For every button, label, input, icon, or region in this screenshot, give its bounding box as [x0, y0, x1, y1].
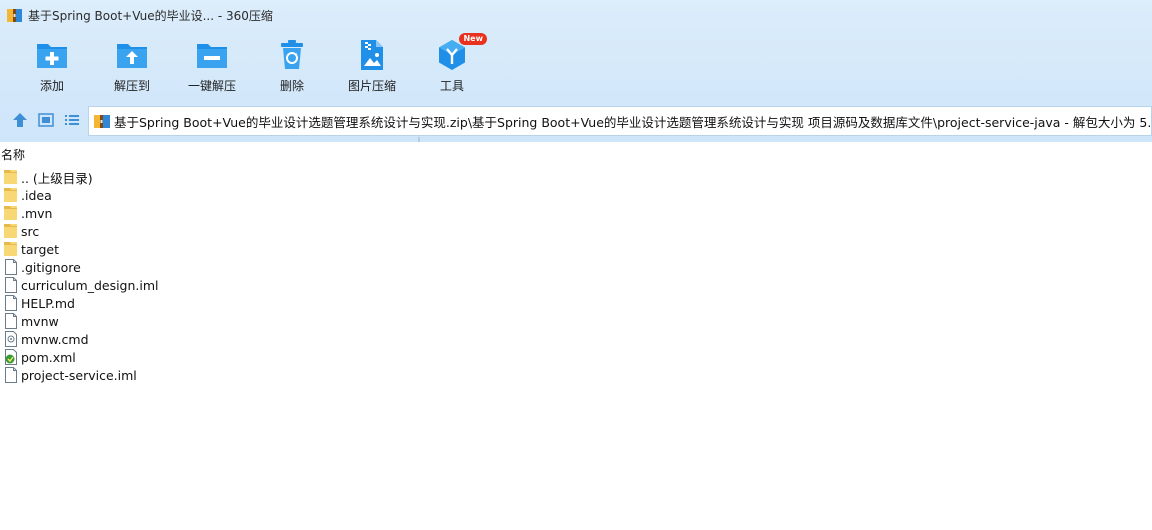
file-row[interactable]: pom.xml — [0, 348, 1152, 366]
file-row[interactable]: src — [0, 222, 1152, 240]
address-bar[interactable]: 基于Spring Boot+Vue的毕业设计选题管理系统设计与实现.zip\基于… — [88, 106, 1152, 136]
window-chrome: 基于Spring Boot+Vue的毕业设... - 360压缩 添加 解压到 … — [0, 0, 1152, 142]
list-view-icon[interactable] — [63, 112, 81, 128]
file-name: .mvn — [21, 205, 53, 221]
archive-app-icon — [7, 8, 22, 23]
file-name: pom.xml — [21, 349, 76, 365]
address-path: 基于Spring Boot+Vue的毕业设计选题管理系统设计与实现.zip\基于… — [114, 114, 1151, 130]
file-name: mvnw.cmd — [21, 331, 89, 347]
quick-extract-label: 一键解压 — [187, 79, 236, 93]
folder-icon — [4, 223, 18, 239]
extract-to-button[interactable]: 解压到 — [92, 34, 172, 94]
delete-label: 删除 — [279, 79, 304, 93]
image-compress-icon — [355, 38, 389, 72]
file-row[interactable]: project-service.iml — [0, 366, 1152, 384]
trash-icon — [275, 38, 309, 72]
up-arrow-icon[interactable] — [11, 112, 29, 128]
file-icon — [4, 277, 18, 293]
file-row[interactable]: .mvn — [0, 204, 1152, 222]
file-name: .gitignore — [21, 259, 81, 275]
title-bar: 基于Spring Boot+Vue的毕业设... - 360压缩 — [0, 0, 1152, 30]
file-name: .. (上级目录) — [21, 170, 93, 186]
file-row[interactable]: mvnw — [0, 312, 1152, 330]
file-list: .. (上级目录) .idea .mvn src target .gitignore cur… — [0, 168, 1152, 384]
file-icon — [4, 259, 18, 275]
pane-splitter[interactable] — [418, 137, 420, 142]
image-compress-label: 图片压缩 — [347, 79, 396, 93]
extract-to-icon — [115, 38, 149, 72]
file-icon — [4, 367, 18, 383]
file-name: HELP.md — [21, 295, 75, 311]
file-icon — [4, 295, 18, 311]
add-folder-icon — [35, 38, 69, 72]
file-row[interactable]: .gitignore — [0, 258, 1152, 276]
file-name: curriculum_design.iml — [21, 277, 159, 293]
delete-button[interactable]: 删除 — [252, 34, 332, 94]
file-row[interactable]: .. (上级目录) — [0, 168, 1152, 186]
file-icon — [4, 313, 18, 329]
file-row[interactable]: mvnw.cmd — [0, 330, 1152, 348]
file-row[interactable]: target — [0, 240, 1152, 258]
window-title: 基于Spring Boot+Vue的毕业设... - 360压缩 — [28, 8, 273, 23]
thumbnail-view-icon[interactable] — [37, 112, 55, 128]
quick-extract-icon — [195, 38, 229, 72]
toolbar: 添加 解压到 一键解压 删除 图片压缩 New 工具 — [0, 33, 1152, 98]
new-badge: New — [459, 33, 487, 45]
tools-cube-icon: New — [435, 33, 487, 72]
add-button[interactable]: 添加 — [12, 34, 92, 94]
file-name: project-service.iml — [21, 367, 137, 383]
xml-file-icon — [4, 349, 18, 365]
file-name: .idea — [21, 187, 52, 203]
file-name: src — [21, 223, 40, 239]
tools-button[interactable]: New 工具 — [412, 33, 492, 94]
file-row[interactable]: .idea — [0, 186, 1152, 204]
tools-label: 工具 — [439, 79, 464, 93]
archive-icon — [94, 114, 110, 129]
folder-icon — [4, 187, 18, 203]
file-row[interactable]: HELP.md — [0, 294, 1152, 312]
file-row[interactable]: curriculum_design.iml — [0, 276, 1152, 294]
navigation-row: 基于Spring Boot+Vue的毕业设计选题管理系统设计与实现.zip\基于… — [0, 105, 1152, 137]
folder-icon — [4, 205, 18, 221]
extract-to-label: 解压到 — [113, 79, 150, 93]
quick-extract-button[interactable]: 一键解压 — [172, 34, 252, 94]
image-compress-button[interactable]: 图片压缩 — [332, 34, 412, 94]
file-name: target — [21, 241, 60, 257]
folder-icon — [4, 241, 18, 257]
add-label: 添加 — [39, 79, 64, 93]
gear-file-icon — [4, 331, 18, 347]
folder-icon — [4, 169, 18, 185]
file-name: mvnw — [21, 313, 59, 329]
column-header-name[interactable]: 名称 — [0, 144, 1152, 166]
